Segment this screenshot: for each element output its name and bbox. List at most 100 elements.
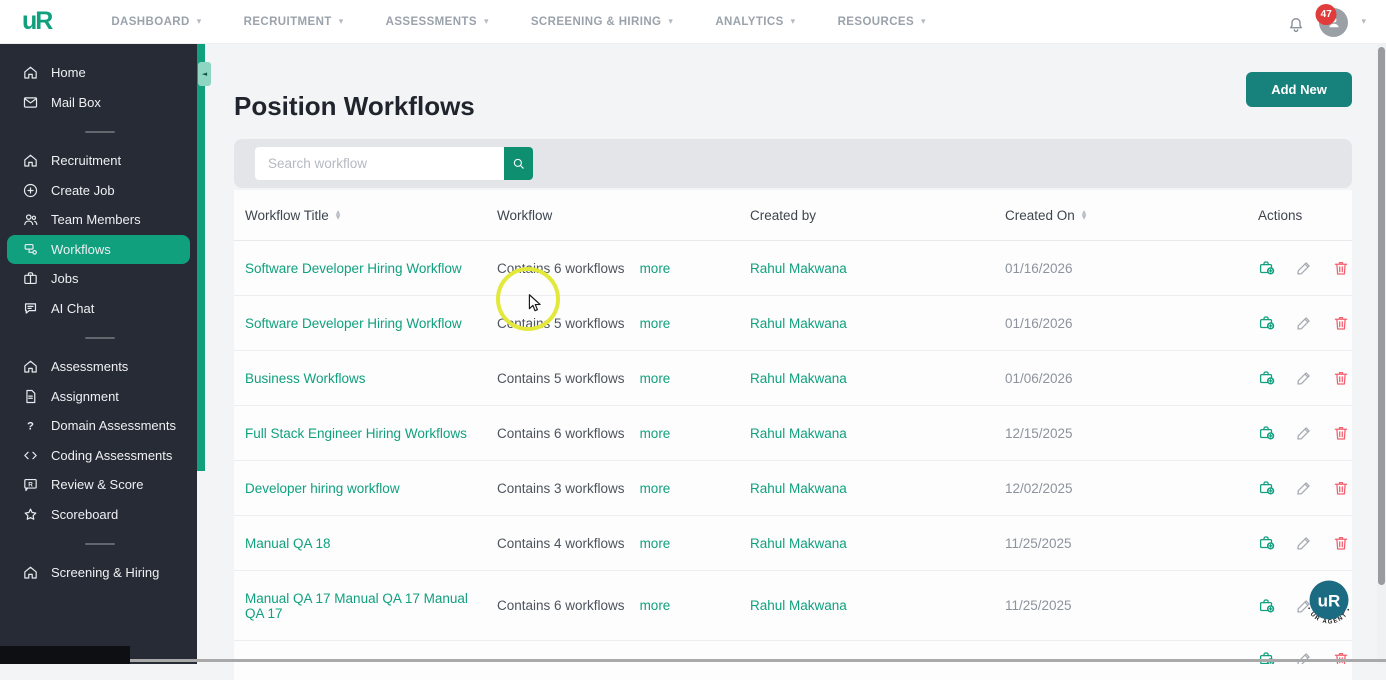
created-by-link[interactable]: Rahul Makwana [750,316,847,331]
sidebar-item-team-members[interactable]: Team Members [7,205,190,235]
created-by-link[interactable]: Rahul Makwana [750,371,847,386]
brand-logo[interactable]: uR [22,7,53,36]
sidebar-item-label: Review & Score [51,477,144,493]
scrollbar-thumb[interactable] [1378,47,1385,585]
sidebar-item-screening-hiring[interactable]: Screening & Hiring [7,558,190,588]
sort-icon[interactable] [1082,210,1087,220]
workflow-title-link[interactable]: Manual QA 17 Manual QA 17 Manual QA 17 [245,591,468,621]
chevron-down-icon: ▾ [483,16,489,27]
header-actions: Actions [1255,208,1352,223]
workflow-count-text: Contains 5 workflows [497,370,625,386]
sidebar-item-workflows[interactable]: Workflows [7,234,190,264]
sidebar-item-assessments[interactable]: Assessments [7,352,190,382]
assign-job-icon[interactable] [1258,314,1276,332]
top-right-cluster: 47 ▾ [1286,0,1366,44]
assign-job-icon[interactable] [1258,259,1276,277]
sidebar-item-assignment[interactable]: Assignment [7,382,190,412]
search-button[interactable] [504,147,533,180]
delete-icon[interactable] [1332,534,1350,552]
header-workflow-title[interactable]: Workflow Title [234,208,497,223]
edit-icon[interactable] [1295,534,1313,552]
home-icon [22,64,39,81]
code-icon [22,447,39,464]
more-link[interactable]: more [640,481,671,496]
workflow-title-link[interactable]: Full Stack Engineer Hiring Workflows [245,426,467,441]
more-link[interactable]: more [640,371,671,386]
more-link[interactable]: more [640,426,671,441]
more-link[interactable]: more [640,261,671,276]
delete-icon[interactable] [1332,369,1350,387]
assign-job-icon[interactable] [1258,534,1276,552]
more-link[interactable]: more [640,536,671,551]
sidebar-item-scoreboard[interactable]: Scoreboard [7,500,190,530]
table-row: Software Developer Hiring Workflow Conta… [234,241,1352,296]
workflow-title-link[interactable]: Software Developer Hiring Workflow [245,316,462,331]
nav-item-screening-hiring[interactable]: SCREENING & HIRING ▾ [531,16,673,28]
home-icon [22,358,39,375]
more-link[interactable]: more [640,316,671,331]
edit-icon[interactable] [1295,259,1313,277]
top-bar: uR DASHBOARD ▾ RECRUITMENT ▾ ASSESSMENTS… [0,0,1386,44]
sort-icon[interactable] [336,210,341,220]
delete-icon[interactable] [1332,314,1350,332]
sidebar-item-coding-assessments[interactable]: Coding Assessments [7,441,190,471]
sidebar-item-create-job[interactable]: Create Job [7,176,190,206]
edit-icon[interactable] [1295,369,1313,387]
sidebar-item-label: Screening & Hiring [51,565,160,581]
scrollbar[interactable] [1377,44,1386,664]
sidebar-divider [85,130,115,133]
assign-job-icon[interactable] [1258,479,1276,497]
sidebar-accent-strip [197,44,205,471]
workflow-title-link[interactable]: Developer hiring workflow [245,481,400,496]
workflow-count-text: Contains 6 workflows [497,425,625,441]
sidebar-item-jobs[interactable]: Jobs [7,264,190,294]
sidebar-item-home[interactable]: Home [7,58,190,88]
assign-job-icon[interactable] [1258,424,1276,442]
workflow-title-link[interactable]: Software Developer Hiring Workflow [245,261,462,276]
sidebar-item-ai-chat[interactable]: AI Chat [7,294,190,324]
mouse-cursor-icon [523,292,545,314]
nav-item-analytics[interactable]: ANALYTICS ▾ [715,16,795,28]
sidebar: Home Mail Box Recruitment Create Job Tea… [0,44,197,664]
delete-icon[interactable] [1332,259,1350,277]
workflow-title-link[interactable]: Manual QA 18 [245,536,331,551]
sidebar-item-domain-assessments[interactable]: ? Domain Assessments [7,411,190,441]
created-on-text: 01/06/2026 [1005,370,1073,386]
sidebar-item-recruitment[interactable]: Recruitment [7,146,190,176]
header-created-on[interactable]: Created On [1005,208,1255,223]
created-by-link[interactable]: Rahul Makwana [750,481,847,496]
search-box [255,147,533,180]
created-by-link[interactable]: Rahul Makwana [750,426,847,441]
nav-item-recruitment[interactable]: RECRUITMENT ▾ [244,16,344,28]
nav-item-dashboard[interactable]: DASHBOARD ▾ [111,16,201,28]
delete-icon[interactable] [1332,424,1350,442]
sidebar-item-review-score[interactable]: R Review & Score [7,470,190,500]
search-input[interactable] [255,147,504,180]
assign-job-icon[interactable] [1258,369,1276,387]
edit-icon[interactable] [1295,314,1313,332]
profile-chevron-down-icon[interactable]: ▾ [1361,17,1366,27]
nav-item-resources[interactable]: RESOURCES ▾ [838,16,926,28]
created-on-text: 12/02/2025 [1005,480,1073,496]
delete-icon[interactable] [1332,479,1350,497]
nav-item-assessments[interactable]: ASSESSMENTS ▾ [386,16,489,28]
workflow-title-link[interactable]: Business Workflows [245,371,366,386]
notification-count-badge: 47 [1315,4,1337,25]
add-new-button[interactable]: Add New [1246,72,1352,107]
svg-text:R: R [28,482,33,489]
sidebar-item-mail-box[interactable]: Mail Box [7,88,190,118]
more-link[interactable]: more [640,598,671,613]
sidebar-collapse-button[interactable]: ◄ [198,62,211,86]
sidebar-item-label: Assignment [51,388,119,404]
created-by-link[interactable]: Rahul Makwana [750,536,847,551]
edit-icon[interactable] [1295,479,1313,497]
assign-job-icon[interactable] [1258,597,1276,615]
plus-circle-icon [22,182,39,199]
page-title: Position Workflows [234,91,475,122]
star-icon [22,506,39,523]
nav-item-label: RESOURCES [837,15,915,28]
created-by-link[interactable]: Rahul Makwana [750,261,847,276]
created-by-link[interactable]: Rahul Makwana [750,598,847,613]
edit-icon[interactable] [1295,424,1313,442]
notifications-bell-icon[interactable] [1286,14,1306,36]
